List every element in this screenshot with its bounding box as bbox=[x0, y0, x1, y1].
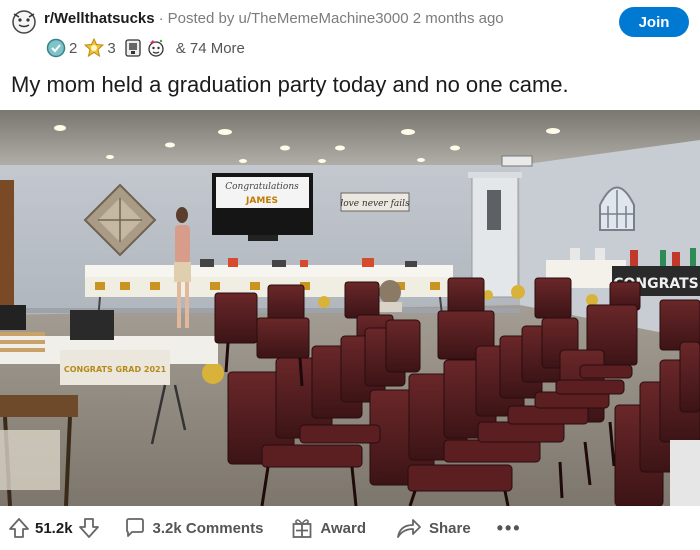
wholesome-award-icon bbox=[84, 38, 105, 58]
tv-screen: Congratulations JAMES bbox=[212, 173, 313, 241]
table-banner-text: CONGRATS GRAD 2021 bbox=[64, 365, 167, 374]
helpful-award-icon bbox=[46, 38, 66, 58]
comments-button[interactable]: 3.2k Comments bbox=[124, 517, 264, 539]
party-award-icon bbox=[148, 39, 164, 57]
subreddit-link[interactable]: r/Wellthatsucks bbox=[44, 10, 155, 27]
award-button[interactable]: Award bbox=[291, 517, 366, 539]
award-count: 3 bbox=[107, 39, 116, 57]
gift-icon bbox=[293, 519, 312, 538]
post-title[interactable]: My mom held a graduation party today and… bbox=[11, 72, 569, 98]
facepalm-award-icon bbox=[125, 39, 141, 57]
post-image[interactable]: Congratulations JAMES love never fails C… bbox=[0, 110, 700, 506]
downvote-arrow-icon[interactable] bbox=[78, 517, 100, 539]
awards-row[interactable]: 2 3 & 74 More bbox=[46, 37, 245, 59]
tv-caption-2: JAMES bbox=[245, 196, 278, 206]
post-header: r/Wellthatsucks · Posted by u/TheMemeMac… bbox=[0, 0, 700, 68]
post-action-bar: 51.2k 3.2k Comments Award Share ••• bbox=[0, 506, 700, 550]
posted-by-text[interactable]: Posted by u/TheMemeMachine3000 2 months … bbox=[168, 10, 504, 27]
upvote-arrow-icon[interactable] bbox=[8, 517, 30, 539]
more-options-button[interactable]: ••• bbox=[497, 518, 522, 539]
comments-label: 3.2k Comments bbox=[152, 519, 264, 537]
comment-icon bbox=[125, 518, 144, 537]
share-arrow-icon bbox=[397, 519, 421, 538]
party-room-photo: Congratulations JAMES love never fails C… bbox=[0, 110, 700, 506]
vote-group: 51.2k bbox=[8, 517, 100, 539]
award-count: 2 bbox=[69, 39, 78, 57]
seated-person bbox=[378, 280, 402, 312]
more-awards-link[interactable]: & 74 More bbox=[176, 40, 245, 57]
tv-caption-1: Congratulations bbox=[225, 182, 299, 192]
wall-sign-text: love never fails bbox=[340, 199, 410, 209]
share-button[interactable]: Share bbox=[396, 517, 471, 539]
award-label: Award bbox=[320, 519, 366, 537]
share-label: Share bbox=[429, 519, 471, 537]
meta-separator: · bbox=[158, 10, 164, 27]
post-meta: r/Wellthatsucks · Posted by u/TheMemeMac… bbox=[44, 10, 504, 27]
subreddit-icon[interactable] bbox=[10, 8, 38, 34]
join-button[interactable]: Join bbox=[619, 7, 689, 37]
vote-count: 51.2k bbox=[35, 519, 73, 537]
